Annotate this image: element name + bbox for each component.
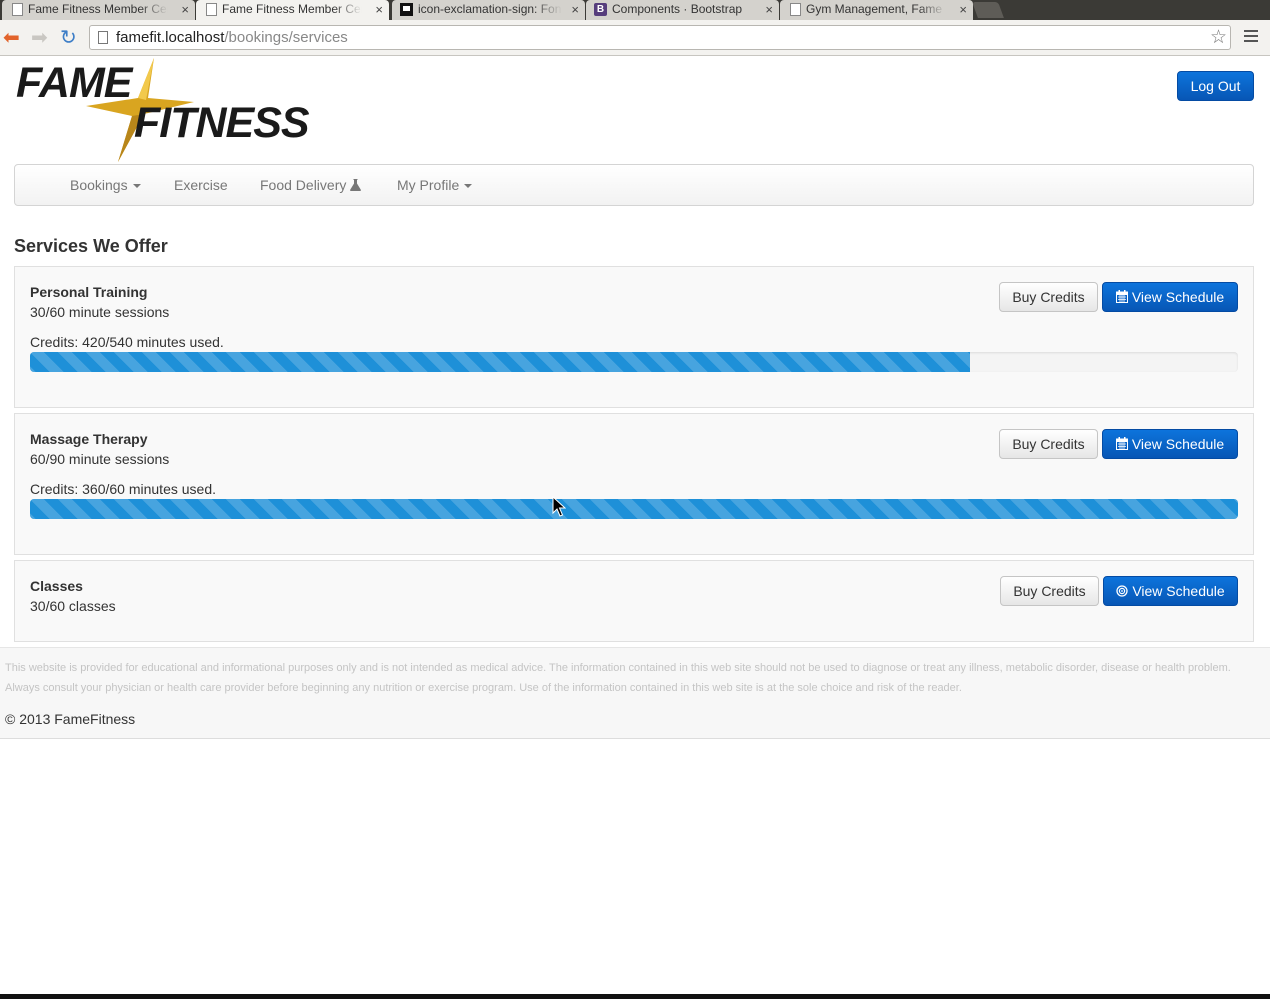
url-host: famefit.localhost	[116, 29, 225, 46]
browser-tab-1[interactable]: Fame Fitness Member Cen ×	[2, 0, 195, 20]
credits-text: Credits: 420/540 minutes used.	[30, 334, 224, 350]
address-bar[interactable]: famefit.localhost/bookings/services ☆	[89, 25, 1231, 50]
close-icon[interactable]: ×	[571, 1, 579, 19]
service-name: Massage Therapy	[30, 431, 148, 447]
credits-progress-bar	[30, 352, 1238, 372]
browser-tab-2[interactable]: Fame Fitness Member Cen ×	[196, 0, 389, 21]
service-card-classes: Classes 30/60 classes Buy Credits View S…	[14, 560, 1254, 642]
logout-button[interactable]: Log Out	[1177, 71, 1254, 101]
view-schedule-button[interactable]: View Schedule	[1102, 282, 1238, 312]
url-path: /bookings/services	[224, 29, 348, 46]
calendar-icon	[1115, 290, 1128, 303]
logo-word-fitness: FITNESS	[134, 99, 310, 147]
close-icon[interactable]: ×	[765, 1, 773, 19]
close-icon[interactable]: ×	[375, 1, 383, 19]
medical-disclaimer: This website is provided for educational…	[5, 662, 1231, 694]
browser-toolbar: ⬅ ➡ ↻ famefit.localhost/bookings/service…	[0, 20, 1270, 56]
nav-item-food-delivery[interactable]: Food Delivery	[260, 177, 362, 193]
service-name: Personal Training	[30, 284, 148, 300]
service-name: Classes	[30, 578, 83, 594]
service-description: 30/60 classes	[30, 598, 116, 614]
mouse-cursor-icon	[552, 496, 566, 517]
service-card-massage-therapy: Massage Therapy 60/90 minute sessions Cr…	[14, 413, 1254, 555]
back-arrow-icon[interactable]: ⬅	[3, 27, 20, 49]
nav-item-exercise[interactable]: Exercise	[174, 177, 228, 193]
tab-title: Components · Bootstrap	[612, 2, 743, 16]
bookmark-star-icon[interactable]: ☆	[1210, 26, 1227, 49]
bootstrap-icon: B	[594, 3, 607, 16]
tab-title: Fame Fitness Member Cen	[28, 2, 168, 16]
target-icon	[1116, 585, 1128, 597]
page-icon	[98, 31, 108, 44]
caret-down-icon	[464, 184, 473, 189]
view-schedule-button[interactable]: View Schedule	[1102, 429, 1238, 459]
calendar-icon	[1115, 437, 1128, 450]
close-icon[interactable]: ×	[959, 1, 967, 19]
caret-down-icon	[132, 184, 141, 189]
button-label: View Schedule	[1131, 436, 1225, 452]
forward-arrow-icon[interactable]: ➡	[31, 27, 48, 49]
buy-credits-button[interactable]: Buy Credits	[999, 282, 1098, 312]
tab-title: Fame Fitness Member Cen	[222, 2, 362, 16]
page-footer: This website is provided for educational…	[0, 647, 1270, 739]
page-title: Services We Offer	[14, 236, 168, 256]
flag-icon	[400, 3, 413, 16]
browser-tab-3[interactable]: icon-exclamation-sign: Fon ×	[392, 0, 585, 20]
browser-tab-strip: Fame Fitness Member Cen × Fame Fitness M…	[0, 0, 1270, 21]
nav-label: Exercise	[174, 177, 228, 193]
browser-menu-icon[interactable]	[1244, 30, 1258, 45]
logo-word-fame: FAME	[16, 59, 132, 107]
service-description: 60/90 minute sessions	[30, 451, 170, 467]
close-icon[interactable]: ×	[181, 1, 189, 19]
main-navbar: Bookings Exercise Food Delivery My Profi…	[14, 164, 1254, 206]
button-label: View Schedule	[1132, 583, 1225, 599]
browser-tab-4[interactable]: B Components · Bootstrap ×	[586, 0, 779, 20]
tab-title: Gym Management, Fame Fi	[806, 2, 946, 16]
nav-item-bookings[interactable]: Bookings	[70, 177, 141, 193]
fame-fitness-logo[interactable]: FAME FITNESS	[14, 58, 326, 164]
new-tab-button[interactable]	[972, 2, 1004, 18]
nav-label: My Profile	[397, 177, 460, 193]
page-icon	[790, 3, 801, 16]
tab-title: icon-exclamation-sign: Fon	[418, 2, 562, 16]
progress-fill	[30, 352, 970, 372]
nav-label: Bookings	[70, 177, 128, 193]
page-icon	[12, 3, 23, 16]
nav-item-my-profile[interactable]: My Profile	[397, 177, 473, 193]
page-icon	[206, 3, 217, 16]
credits-progress-bar	[30, 499, 1238, 519]
buy-credits-button[interactable]: Buy Credits	[999, 429, 1098, 459]
service-description: 30/60 minute sessions	[30, 304, 170, 320]
flask-icon	[350, 179, 362, 191]
screen-bottom-edge	[0, 994, 1270, 999]
copyright-text: © 2013 FameFitness	[5, 711, 136, 727]
nav-label: Food Delivery	[260, 177, 347, 193]
progress-fill	[30, 499, 1238, 519]
browser-tab-5[interactable]: Gym Management, Fame Fi ×	[780, 0, 973, 20]
view-schedule-button[interactable]: View Schedule	[1103, 576, 1238, 606]
url-text[interactable]: famefit.localhost/bookings/services	[116, 29, 348, 46]
reload-icon[interactable]: ↻	[60, 27, 77, 49]
button-label: View Schedule	[1131, 289, 1225, 305]
buy-credits-button[interactable]: Buy Credits	[1000, 576, 1099, 606]
credits-text: Credits: 360/60 minutes used.	[30, 481, 216, 497]
service-card-personal-training: Personal Training 30/60 minute sessions …	[14, 266, 1254, 408]
